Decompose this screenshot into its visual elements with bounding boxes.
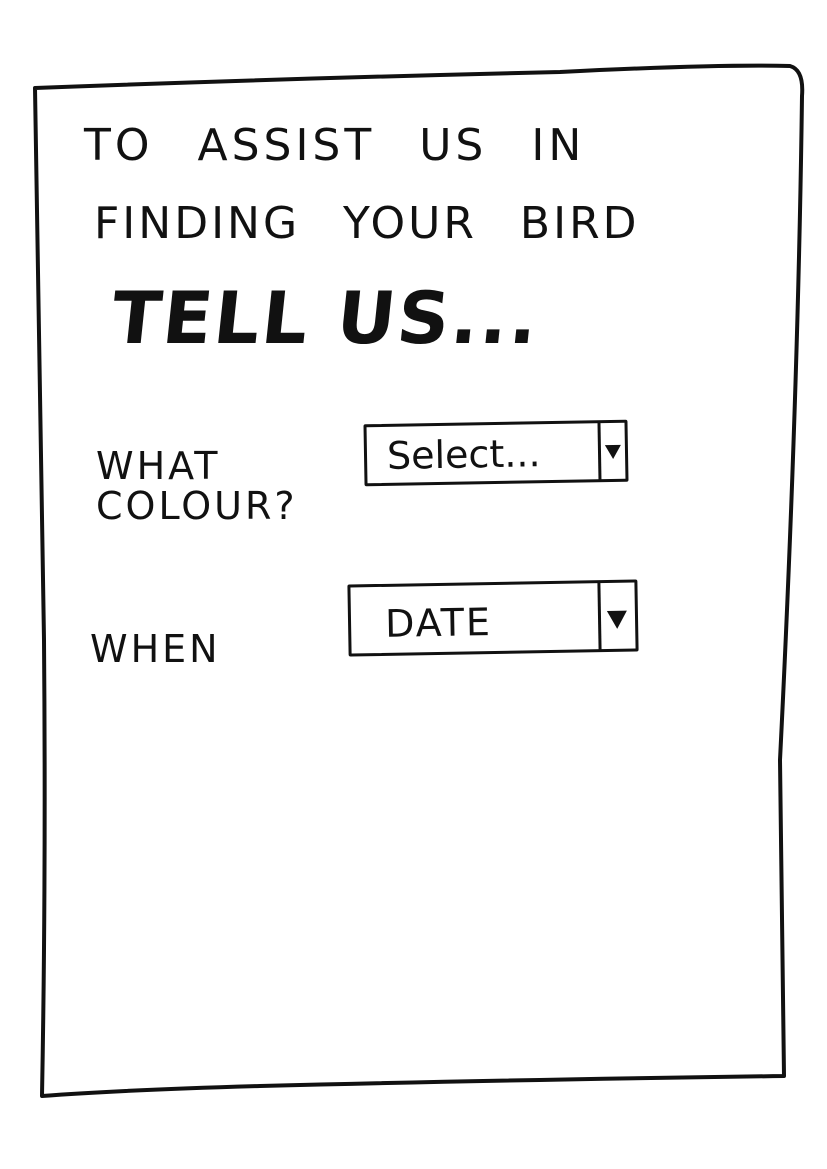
date-select-divider bbox=[597, 581, 602, 652]
when-label: WHEN bbox=[90, 627, 221, 671]
colour-select[interactable]: Select... bbox=[363, 419, 629, 487]
date-select[interactable]: DATE bbox=[347, 579, 639, 657]
tell-us-heading: TELL US... bbox=[107, 276, 544, 360]
colour-label: WHAT COLOUR? bbox=[96, 446, 298, 526]
colour-label-line-2: COLOUR? bbox=[96, 484, 298, 528]
colour-label-line-1: WHAT bbox=[96, 444, 221, 488]
chevron-down-icon[interactable] bbox=[604, 444, 622, 460]
date-select-value: DATE bbox=[384, 600, 493, 646]
intro-line-1: TO ASSIST US IN bbox=[84, 120, 586, 171]
colour-select-divider bbox=[597, 421, 602, 482]
intro-line-2: FINDING YOUR BIRD bbox=[94, 198, 640, 249]
chevron-down-icon[interactable] bbox=[606, 610, 628, 630]
colour-select-value: Select... bbox=[386, 431, 541, 478]
